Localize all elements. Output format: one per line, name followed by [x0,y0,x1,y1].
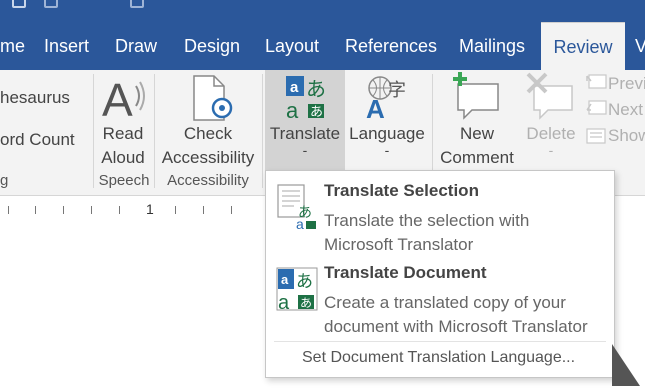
translate-selection-desc-1: Translate the selection with [324,211,530,230]
ruler-number: 1 [146,201,154,217]
check-accessibility-label-2[interactable]: Accessibility [158,148,258,168]
ruler-tick [63,206,64,214]
svg-text:A: A [366,94,385,120]
translate-selection-desc-2: Microsoft Translator [324,235,474,254]
speech-group-label: Speech [98,172,150,189]
language-icon: 字 A [366,76,406,120]
translate-document-desc-1: Create a translated copy of your [324,293,566,312]
customize-icon[interactable] [130,0,144,8]
translate-document-icon: a あ a あ [276,267,318,311]
next-comment-label[interactable]: Next [608,100,643,120]
word-count-button[interactable]: ord Count [0,130,75,150]
show-comments-label[interactable]: Show [608,126,645,146]
thesaurus-button[interactable]: hesaurus [0,88,70,108]
show-comments-icon [586,128,606,144]
read-aloud-icon: A [102,76,145,122]
undo-icon[interactable] [44,0,58,8]
svg-text:あ: あ [306,77,326,101]
language-label[interactable]: Language [346,124,428,144]
accessibility-group-label: Accessibility [167,172,249,189]
tab-references[interactable]: References [345,22,437,70]
svg-text:a: a [296,216,304,231]
svg-text:a: a [281,272,289,287]
svg-text:a: a [286,98,299,120]
read-aloud-label-1[interactable]: Read [97,124,149,144]
group-divider [262,74,263,188]
ruler-tick [119,206,120,214]
menu-item-translate-document[interactable]: a あ a あ Translate Document Create a tran… [266,259,614,341]
ribbon-tabs: me Insert Draw Design Layout References … [0,22,645,70]
svg-text:A: A [102,76,133,122]
check-accessibility-label-1[interactable]: Check [158,124,258,144]
delete-comment-icon [526,72,573,120]
new-comment-label-2[interactable]: Comment [436,148,518,168]
translate-dropdown-menu: あ a Translate Selection Translate the se… [265,170,615,378]
svg-text:a: a [278,292,290,311]
title-bar: me Insert Draw Design Layout References … [0,0,645,70]
ruler-tick [35,206,36,214]
svg-text:字: 字 [388,80,406,101]
new-comment-label-1[interactable]: New [436,124,518,144]
delete-label[interactable]: Delete [520,124,582,144]
tab-view[interactable]: V [635,22,645,70]
ruler-tick [203,206,204,214]
translate-document-title: Translate Document [324,263,487,282]
svg-text:あ: あ [300,296,312,310]
menu-separator [274,341,606,342]
previous-comment-label[interactable]: Previ [608,74,645,94]
tab-review[interactable]: Review [541,22,625,70]
proofing-group-label: g [0,172,9,189]
ruler-tick [8,206,9,214]
translate-icon: a あ a あ [286,76,326,120]
read-aloud-label-2[interactable]: Aloud [97,148,149,168]
svg-text:あ: あ [296,272,313,292]
new-comment-icon [453,72,499,120]
tab-mailings[interactable]: Mailings [459,22,525,70]
translate-document-desc-2: document with Microsoft Translator [324,317,588,336]
ruler-tick [91,206,92,214]
group-divider [93,74,94,188]
translate-selection-title: Translate Selection [324,181,479,200]
translate-label[interactable]: Translate [265,124,345,144]
ruler-tick [231,206,232,214]
previous-comment-icon [586,74,607,89]
tab-layout[interactable]: Layout [265,22,319,70]
menu-item-translate-selection[interactable]: あ a Translate Selection Translate the se… [266,175,614,257]
set-translation-language-item[interactable]: Set Document Translation Language... [302,349,575,367]
accessibility-check-icon [193,75,233,121]
tab-home[interactable]: me [0,22,25,70]
mouse-cursor-icon [612,344,640,386]
svg-text:a: a [290,79,299,96]
tab-draw[interactable]: Draw [115,22,157,70]
group-divider [154,74,155,188]
ruler-tick [175,206,176,214]
tab-insert[interactable]: Insert [44,22,89,70]
language-dropdown-arrow[interactable]: - [346,142,428,158]
translate-dropdown-arrow[interactable]: - [265,142,345,158]
quick-access-toolbar [0,0,160,20]
delete-dropdown-arrow[interactable]: - [520,142,582,158]
save-icon[interactable] [12,0,26,8]
tab-design[interactable]: Design [184,22,240,70]
next-comment-icon [586,100,607,115]
svg-text:あ: あ [310,105,323,120]
translate-selection-icon: あ a [277,184,316,231]
